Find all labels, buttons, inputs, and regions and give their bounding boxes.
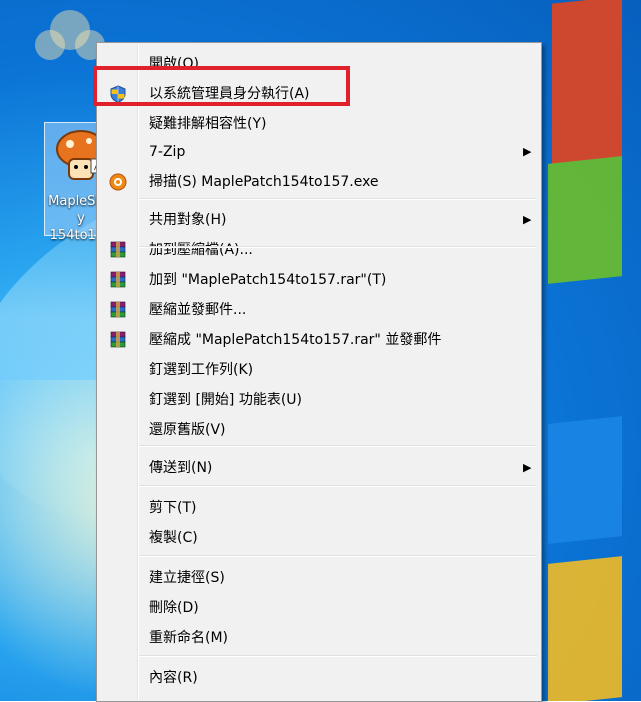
menu-item-label: 釘選到工作列(K) — [149, 362, 254, 378]
antivirus-icon — [109, 173, 127, 191]
menu-item-3[interactable]: 7-Zip ▶ — [99, 139, 539, 165]
menu-separator — [139, 246, 537, 248]
menu-separator — [139, 198, 537, 200]
menu-item-label: 釘選到 [開始] 功能表(U) — [149, 392, 302, 408]
menu-item-label: 建立捷徑(S) — [149, 570, 225, 586]
menu-item-13[interactable]: 傳送到(N) ▶ — [99, 455, 539, 481]
menu-item-15[interactable]: 複製(C) — [99, 525, 539, 551]
menu-item-8[interactable]: 壓縮並發郵件... — [99, 297, 539, 323]
menu-item-label: 加到 "MaplePatch154to157.rar"(T) — [149, 272, 387, 288]
windows-logo-red-pane — [552, 0, 622, 164]
menu-item-7[interactable]: 加到 "MaplePatch154to157.rar"(T) — [99, 267, 539, 293]
submenu-arrow-icon: ▶ — [523, 145, 532, 158]
menu-item-16[interactable]: 建立捷徑(S) — [99, 565, 539, 591]
menu-item-label: 複製(C) — [149, 530, 198, 546]
menu-item-label: 疑難排解相容性(Y) — [149, 116, 267, 132]
menu-item-label: 還原舊版(V) — [149, 422, 226, 438]
menu-item-12[interactable]: 還原舊版(V) — [99, 417, 539, 443]
menu-separator — [139, 655, 537, 657]
menu-item-label: 內容(R) — [149, 670, 198, 686]
highlight-annotation — [93, 66, 350, 106]
winrar-icon — [109, 271, 127, 289]
windows-logo-blue-pane — [548, 416, 622, 544]
menu-item-2[interactable]: 疑難排解相容性(Y) — [99, 111, 539, 137]
menu-item-11[interactable]: 釘選到 [開始] 功能表(U) — [99, 387, 539, 413]
winrar-icon — [109, 241, 127, 259]
winrar-icon — [109, 331, 127, 349]
menu-item-10[interactable]: 釘選到工作列(K) — [99, 357, 539, 383]
menu-separator — [139, 555, 537, 557]
menu-separator — [139, 445, 537, 447]
menu-item-label: 剪下(T) — [149, 500, 197, 516]
menu-item-14[interactable]: 剪下(T) — [99, 495, 539, 521]
menu-item-19[interactable]: 內容(R) — [99, 665, 539, 691]
windows-logo-yellow-pane — [548, 556, 622, 701]
menu-item-label: 傳送到(N) — [149, 460, 213, 476]
context-menu: 開啟(O) 以系統管理員身分執行(A) 疑難排解相容性(Y) 7-Zip ▶ 掃描(S) … — [96, 42, 542, 702]
menu-item-label: 刪除(D) — [149, 600, 199, 616]
menu-item-label: 重新命名(M) — [149, 630, 229, 646]
menu-separator — [139, 485, 537, 487]
winrar-icon — [109, 301, 127, 319]
menu-item-18[interactable]: 重新命名(M) — [99, 625, 539, 651]
menu-item-label: 壓縮成 "MaplePatch154to157.rar" 並發郵件 — [149, 332, 442, 348]
submenu-arrow-icon: ▶ — [523, 213, 532, 226]
menu-item-label: 壓縮並發郵件... — [149, 302, 247, 318]
submenu-arrow-icon: ▶ — [523, 461, 532, 474]
menu-item-9[interactable]: 壓縮成 "MaplePatch154to157.rar" 並發郵件 — [99, 327, 539, 353]
menu-item-17[interactable]: 刪除(D) — [99, 595, 539, 621]
menu-item-5[interactable]: 共用對象(H) ▶ — [99, 207, 539, 233]
menu-item-4[interactable]: 掃描(S) MaplePatch154to157.exe — [99, 169, 539, 195]
menu-item-6[interactable]: 加到壓縮檔(A)... — [99, 237, 539, 263]
menu-item-label: 掃描(S) MaplePatch154to157.exe — [149, 174, 379, 190]
menu-item-label: 共用對象(H) — [149, 212, 227, 228]
menu-item-label: 7-Zip — [149, 144, 186, 160]
menu-item-label: 加到壓縮檔(A)... — [149, 242, 253, 258]
windows-logo-green-pane — [548, 156, 622, 284]
